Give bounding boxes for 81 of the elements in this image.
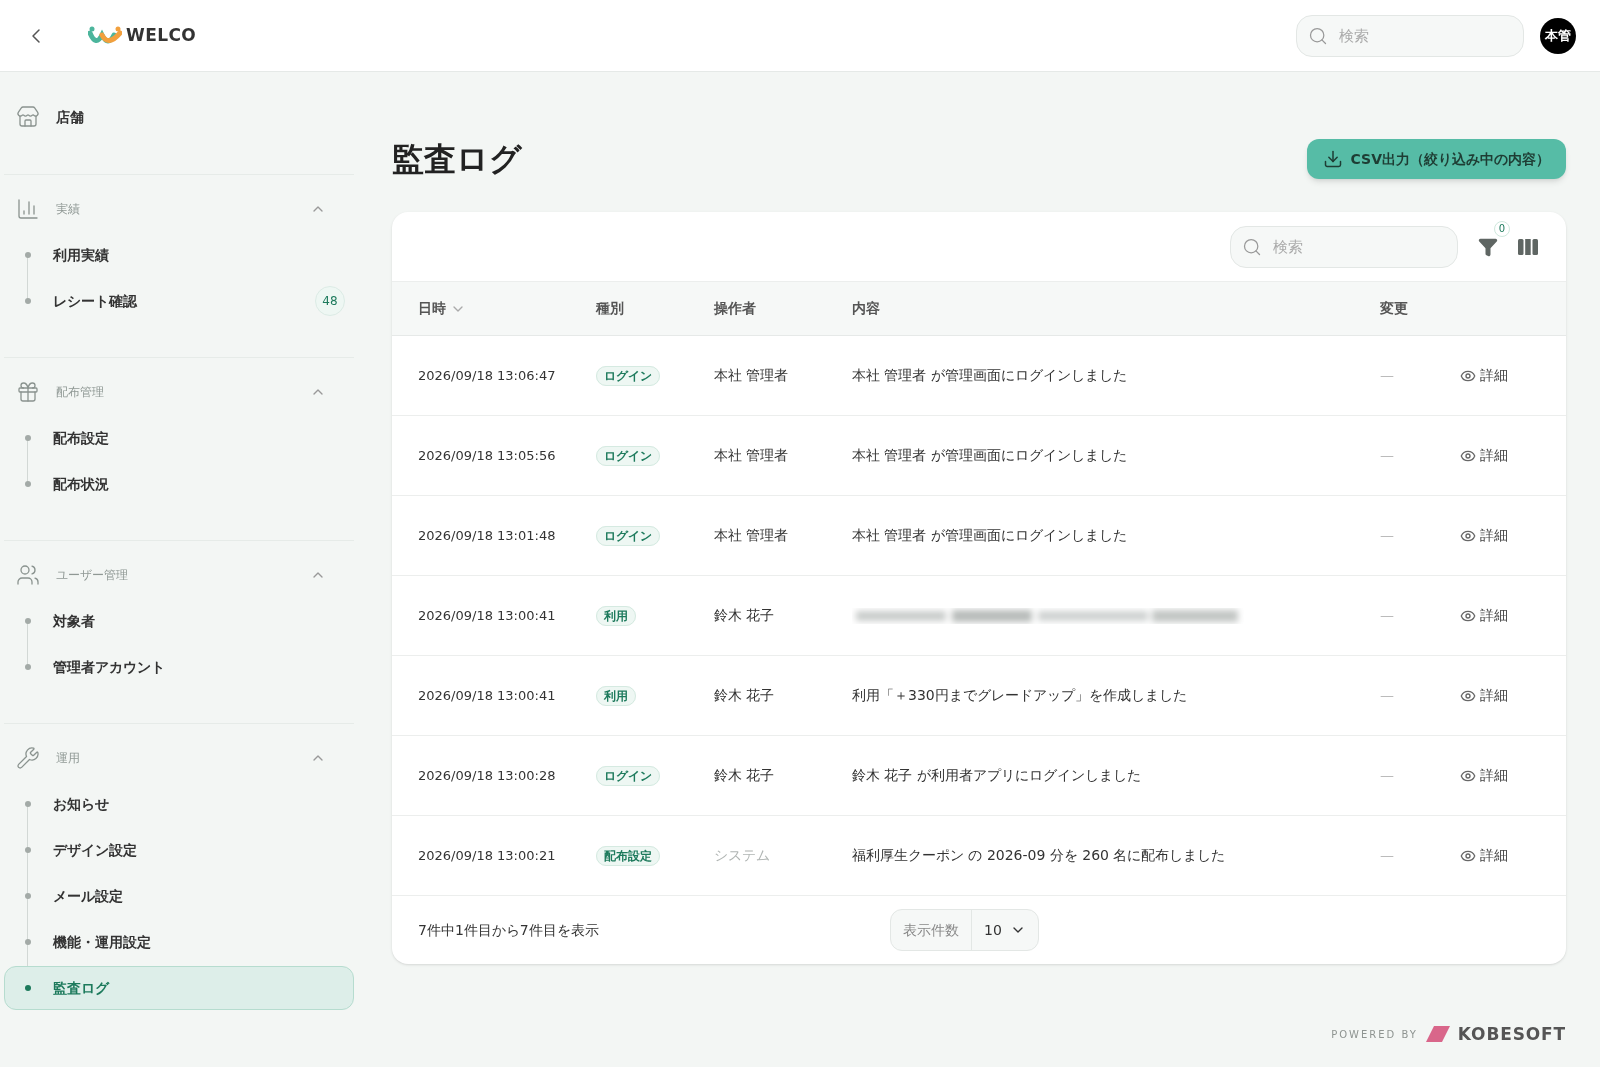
gift-icon [16,380,40,404]
table-cell-text: 鈴木 花子 [714,686,776,705]
detail-link[interactable]: 詳細 [1460,765,1508,786]
sidebar-item[interactable]: 店舗 [4,92,354,142]
column-header[interactable]: 変更 [1380,298,1480,319]
table-cell-text: 2026/09/18 13:05:56 [417,446,557,465]
table-cell-text: 2026/09/18 13:00:41 [417,606,557,625]
table-cell: 福利厚生クーポン の 2026-09 分を 260 名に配布しました [852,847,1226,863]
sidebar-item[interactable]: 管理者アカウント [4,645,354,689]
column-header[interactable]: 内容 [852,298,1380,319]
table-cell-text: — [1380,366,1395,385]
column-header[interactable]: 操作者 [714,298,852,319]
table-cell-text: — [1380,526,1395,545]
sidebar-item[interactable]: 利用実績 [4,233,354,277]
search-icon [1308,25,1328,46]
wrench-icon [16,746,40,770]
type-tag: ログイン [596,526,660,546]
sidebar-item[interactable]: 監査ログ [4,966,354,1010]
table-cell: 鈴木 花子 が利用者アプリにログインしました [852,767,1141,783]
table-cell: 本社 管理者 が管理画面にログインしました [852,527,1127,543]
logo-text: WELCO [126,23,197,47]
type-tag: ログイン [596,366,660,386]
chart-icon [16,197,40,221]
table-cell-text: — [1380,686,1395,705]
table-cell-text: 本社 管理者 [714,446,790,465]
table-cell-text: 2026/09/18 13:00:41 [417,686,557,705]
table-cell-text: 2026/09/18 13:06:47 [417,366,557,385]
users-icon [16,563,40,587]
table-cell-text: 鈴木 花子 [714,766,776,785]
table-cell-text: — [1380,446,1395,465]
download-icon [1322,149,1343,169]
table-cell: 本社 管理者 が管理画面にログインしました [852,447,1127,463]
filter-count: 0 [1494,220,1510,237]
type-tag: 利用 [596,606,636,626]
detail-link[interactable]: 詳細 [1460,605,1508,626]
brand-logo-icon [1425,1026,1450,1043]
table-cell-text: 2026/09/18 13:01:48 [417,526,557,545]
column-header[interactable]: 種別 [596,298,714,319]
table-cell-text: 本社 管理者 [714,366,790,385]
sidebar-item[interactable]: レシート確認 48 [4,279,354,323]
table-cell: 本社 管理者 が管理画面にログインしました [852,367,1127,383]
type-tag: 利用 [596,686,636,706]
type-tag: ログイン [596,766,660,786]
detail-link[interactable]: 詳細 [1460,525,1508,546]
detail-link[interactable]: 詳細 [1460,365,1508,386]
table-cell-text: 本社 管理者 [714,526,790,545]
table-cell-text: — [1380,606,1395,625]
page-title: 監査ログ [392,139,522,180]
search-field[interactable]: 検索 [1296,14,1524,57]
table-search-field[interactable]: 検索 [1230,225,1458,268]
type-tag: ログイン [596,446,660,466]
sidebar-item[interactable]: 配布状況 [4,462,354,506]
export-button[interactable]: CSV出力（絞り込み中の内容） [1306,139,1566,179]
column-header[interactable]: 日時 [392,298,596,319]
detail-link[interactable]: 詳細 [1460,685,1508,706]
count-badge: 48 [315,286,345,316]
powered-by-label: POWERED BY [1331,1027,1418,1042]
table-cell-text: システム [714,846,771,865]
store-icon [16,105,40,129]
filter-icon[interactable] [1478,236,1498,257]
brand-name: KOBESOFT [1457,1022,1566,1046]
sidebar-item[interactable]: 対象者 [4,599,354,643]
pagination-summary: 7件中1件目から7件目を表示 [418,920,600,940]
columns-icon[interactable] [1518,238,1538,255]
table-cell-text: 2026/09/18 13:00:21 [417,846,557,865]
sidebar-item[interactable]: 機能・運用設定 [4,920,354,964]
detail-link[interactable]: 詳細 [1460,845,1508,866]
page-size-select[interactable]: 表示件数 10 [890,909,1039,951]
sidebar-item[interactable]: お知らせ [4,782,354,826]
table-cell-text: 鈴木 花子 [714,606,776,625]
search-icon [1242,236,1262,257]
sidebar-item[interactable]: 配布設定 [4,416,354,460]
table-cell-text: — [1380,766,1395,785]
table-cell-text: 2026/09/18 13:00:28 [417,766,557,785]
detail-link[interactable]: 詳細 [1460,445,1508,466]
table-cell: 利用「＋330円までグレードアップ」を作成しました [852,687,1187,703]
avatar[interactable]: 本管 [1540,17,1576,54]
sidebar-item[interactable]: デザイン設定 [4,828,354,872]
type-tag: 配布設定 [596,846,660,866]
table-cell-text: — [1380,846,1395,865]
sidebar-item[interactable]: メール設定 [4,874,354,918]
